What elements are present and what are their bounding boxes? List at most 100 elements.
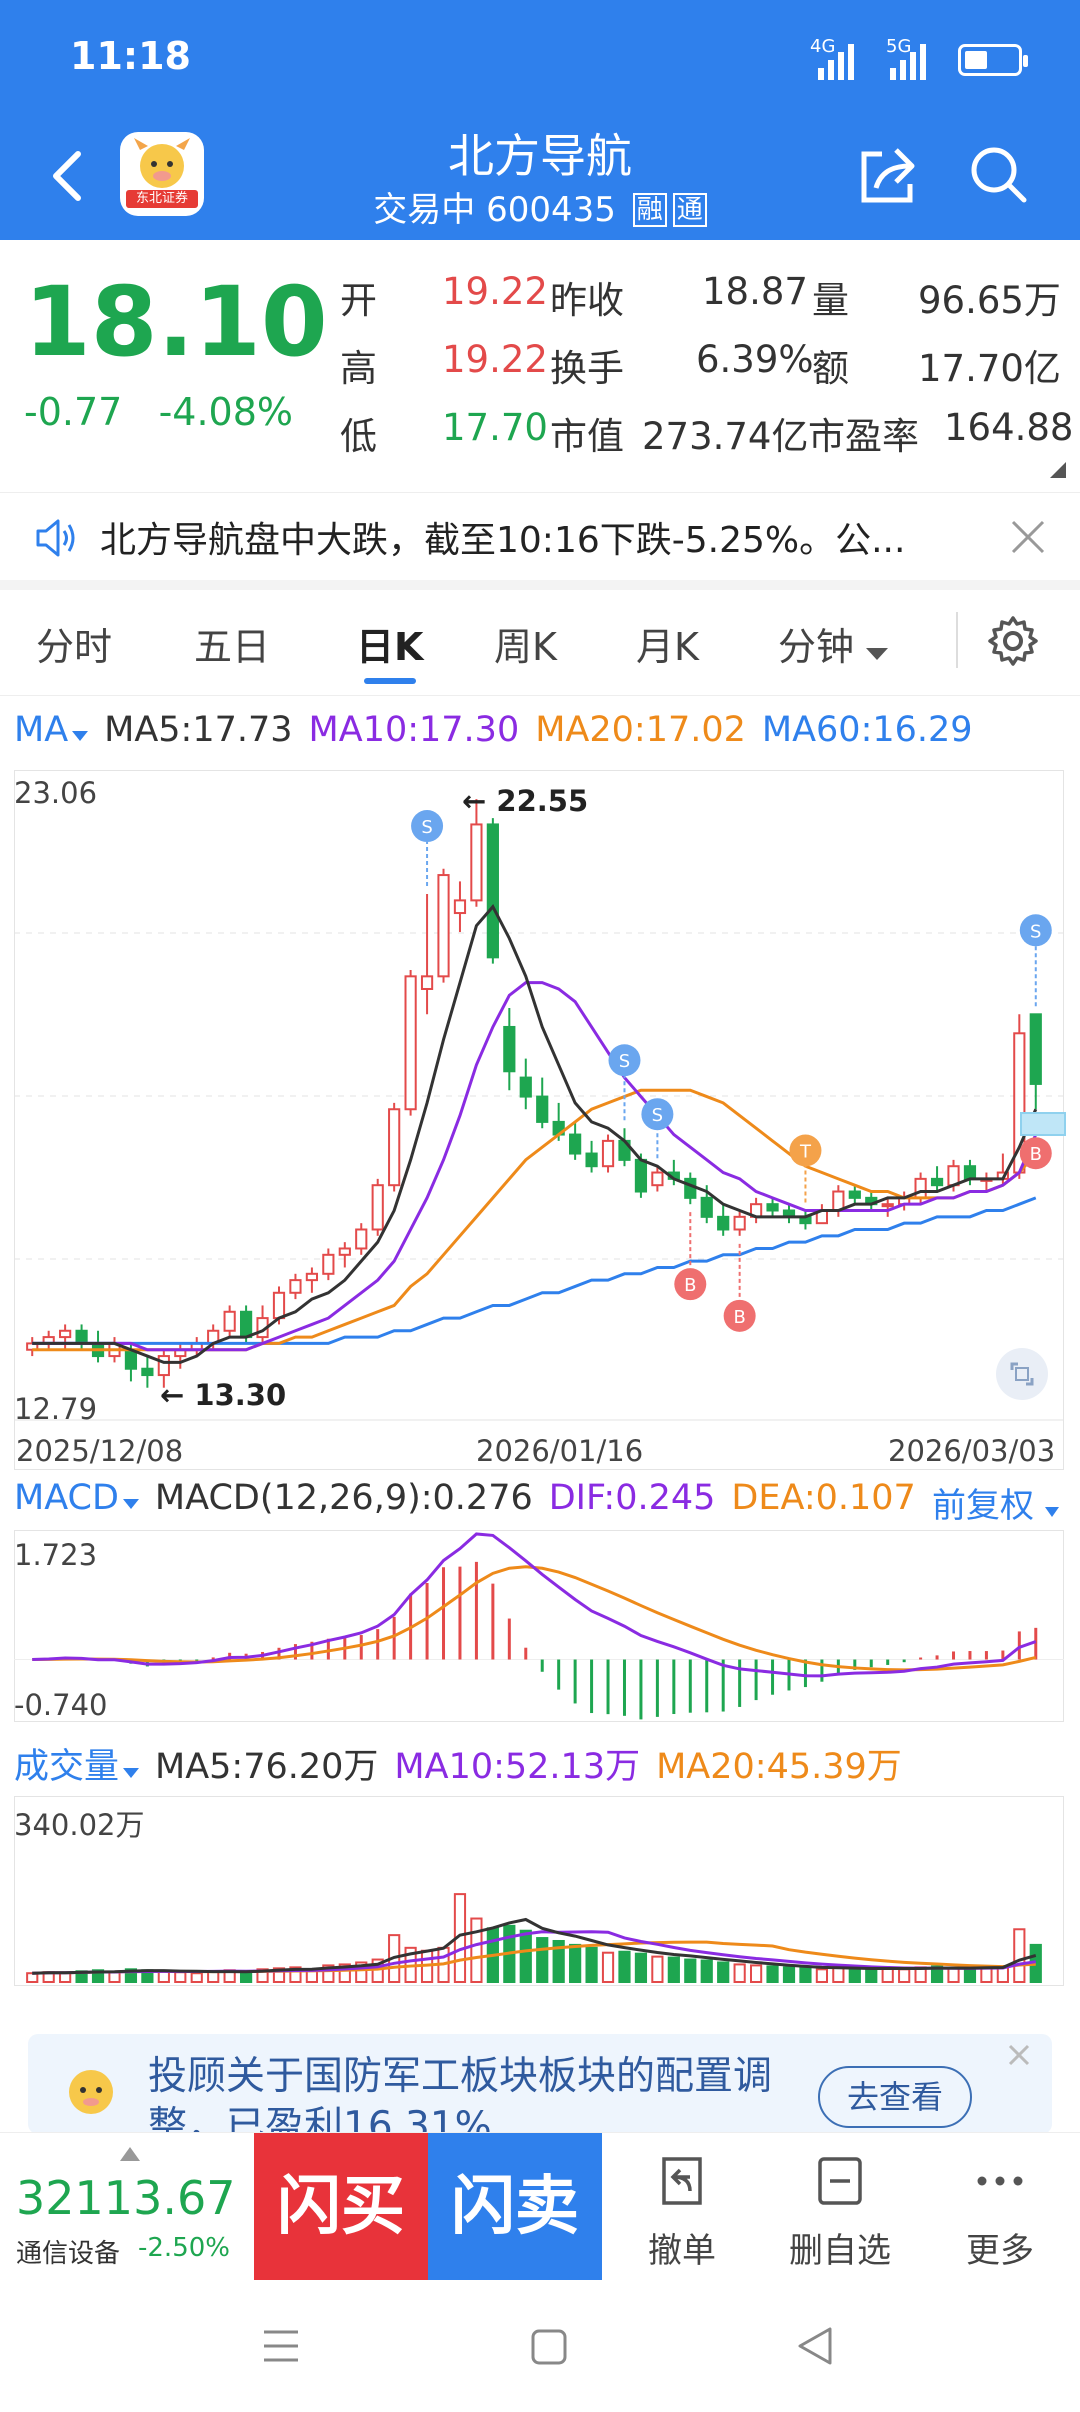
macd-ymax: 1.723: [14, 1538, 98, 1572]
volume-bar: [684, 1958, 697, 1984]
volume-bar: [667, 1956, 680, 1984]
candle-body: [322, 1253, 335, 1275]
volume-chart[interactable]: [14, 1796, 1064, 1986]
macd-value: MACD(12,26,9):0.276: [154, 1478, 533, 1518]
volume-bar: [190, 1972, 203, 1983]
gear-icon[interactable]: [986, 614, 1040, 668]
tab-intraday[interactable]: 分时: [36, 616, 112, 671]
quote-label: 高: [340, 347, 377, 390]
flash-buy-button[interactable]: 闪买: [254, 2133, 428, 2281]
volume-bar: [832, 1966, 845, 1983]
home-icon[interactable]: [530, 2328, 568, 2366]
vol-ma20: MA20:45.39万: [656, 1747, 902, 1787]
adjust-selector[interactable]: 前复权: [932, 1478, 1059, 1527]
ma10-label: MA10:17.30: [308, 710, 520, 750]
candle-body: [651, 1171, 664, 1187]
candle-body: [371, 1184, 384, 1231]
chevron-down-icon[interactable]: [123, 1766, 140, 1778]
expand-corner-icon[interactable]: [1050, 462, 1066, 478]
tab-monthly-k[interactable]: 月K: [636, 616, 699, 671]
change-percent: -4.08%: [158, 390, 294, 434]
quote-value: 6.39%: [696, 338, 814, 381]
ma5-label: MA5:17.73: [104, 710, 293, 750]
candle-body: [453, 899, 467, 915]
close-icon[interactable]: [1008, 2044, 1030, 2066]
tab-five-day[interactable]: 五日: [194, 616, 270, 671]
candles: [26, 799, 1042, 1388]
share-icon[interactable]: [852, 138, 924, 210]
candle-body: [717, 1215, 730, 1231]
volume-bar: [700, 1959, 713, 1984]
speaker-icon: [36, 519, 75, 557]
trade-marker-label: S: [619, 1051, 630, 1072]
chevron-down-icon[interactable]: [72, 729, 89, 741]
revoke-order-button[interactable]: 撤单: [602, 2133, 762, 2281]
volume-bar: [1013, 1928, 1026, 1983]
candle-body: [223, 1310, 236, 1332]
fullscreen-button[interactable]: [996, 1348, 1048, 1400]
expand-up-icon[interactable]: [120, 2147, 140, 2161]
volume-bar: [766, 1965, 779, 1983]
quote-label: 低: [340, 415, 377, 458]
banner-text: 投顾关于国防军工板块板块的配置调整，已盈利16.31%: [148, 2054, 773, 2134]
candle-body: [1029, 1013, 1042, 1085]
connect-tag: 通: [672, 193, 707, 227]
ma60-line: [32, 1196, 1037, 1345]
kline-high-annotation: ← 22.55: [462, 784, 589, 818]
quote-label: 市盈率: [808, 415, 919, 458]
volume-bar: [651, 1955, 664, 1984]
sector-index-name: 通信设备: [16, 2239, 121, 2269]
quote-label: 量: [812, 279, 849, 322]
tab-weekly-k[interactable]: 周K: [494, 616, 557, 671]
close-icon[interactable]: [1010, 519, 1046, 555]
candle-body: [338, 1247, 351, 1256]
stock-detail-app: 11:18 4G 5G 东北证券 北方导航 交易中 600435 融通 18.1…: [0, 0, 1080, 2412]
margin-tag: 融: [632, 193, 667, 227]
quote-value: 19.22: [442, 338, 548, 381]
sector-index-value[interactable]: 32113.67: [16, 2171, 236, 2225]
volume-selector[interactable]: 成交量: [14, 1747, 119, 1787]
ma-selector[interactable]: MA: [14, 710, 68, 750]
candle-body: [503, 1025, 516, 1073]
back-icon[interactable]: [796, 2326, 834, 2366]
minus-square-icon: [818, 2157, 862, 2205]
search-icon[interactable]: [962, 138, 1034, 210]
volume-bar: [239, 1970, 253, 1983]
candlestick-chart[interactable]: S S S B B T S B: [14, 770, 1064, 1470]
candle-body: [569, 1133, 582, 1155]
advisor-banner[interactable]: 投顾关于国防军工板块板块的配置调整，已盈利16.31% 去查看: [28, 2034, 1052, 2134]
tab-minute-label: 分钟: [778, 625, 855, 669]
flash-sell-button[interactable]: 闪卖: [428, 2133, 602, 2281]
quote-value: 164.88: [944, 406, 1074, 449]
candle-body: [536, 1095, 549, 1123]
volume-bar: [733, 1963, 746, 1983]
vol-ma10-line: [32, 1930, 1036, 1975]
ma5-line: [32, 904, 1038, 1364]
quote-label: 换手: [550, 347, 624, 390]
candle-body: [157, 1355, 170, 1377]
macd-chart[interactable]: [14, 1530, 1064, 1722]
macd-selector[interactable]: MACD: [14, 1478, 119, 1518]
volume-bar: [865, 1968, 878, 1983]
fullscreen-icon: [1010, 1362, 1034, 1386]
dif-value: DIF:0.245: [548, 1478, 716, 1518]
view-button[interactable]: 去查看: [818, 2066, 972, 2128]
chevron-down-icon: [866, 648, 889, 660]
menu-icon[interactable]: [262, 2328, 300, 2364]
news-ticker[interactable]: 北方导航盘中大跌，截至10:16下跌-5.25%。公...: [0, 492, 1080, 580]
candle-body: [141, 1367, 154, 1377]
more-button[interactable]: 更多: [920, 2133, 1080, 2281]
revoke-icon: [662, 2157, 702, 2205]
chevron-down-icon[interactable]: [122, 1497, 139, 1509]
candle-body: [75, 1329, 88, 1345]
tab-minute[interactable]: 分钟: [778, 616, 889, 671]
quote-value: 18.87: [702, 270, 808, 313]
sector-index-change: -2.50%: [138, 2233, 230, 2263]
candle-body: [486, 823, 499, 959]
tab-daily-k[interactable]: 日K: [356, 616, 423, 671]
price-tag: [1020, 1112, 1066, 1136]
more-dots-icon: [977, 2176, 1023, 2186]
volume-bar: [634, 1952, 648, 1984]
remove-watchlist-button[interactable]: 删自选: [760, 2133, 920, 2281]
quote-value: 19.22: [442, 270, 548, 313]
